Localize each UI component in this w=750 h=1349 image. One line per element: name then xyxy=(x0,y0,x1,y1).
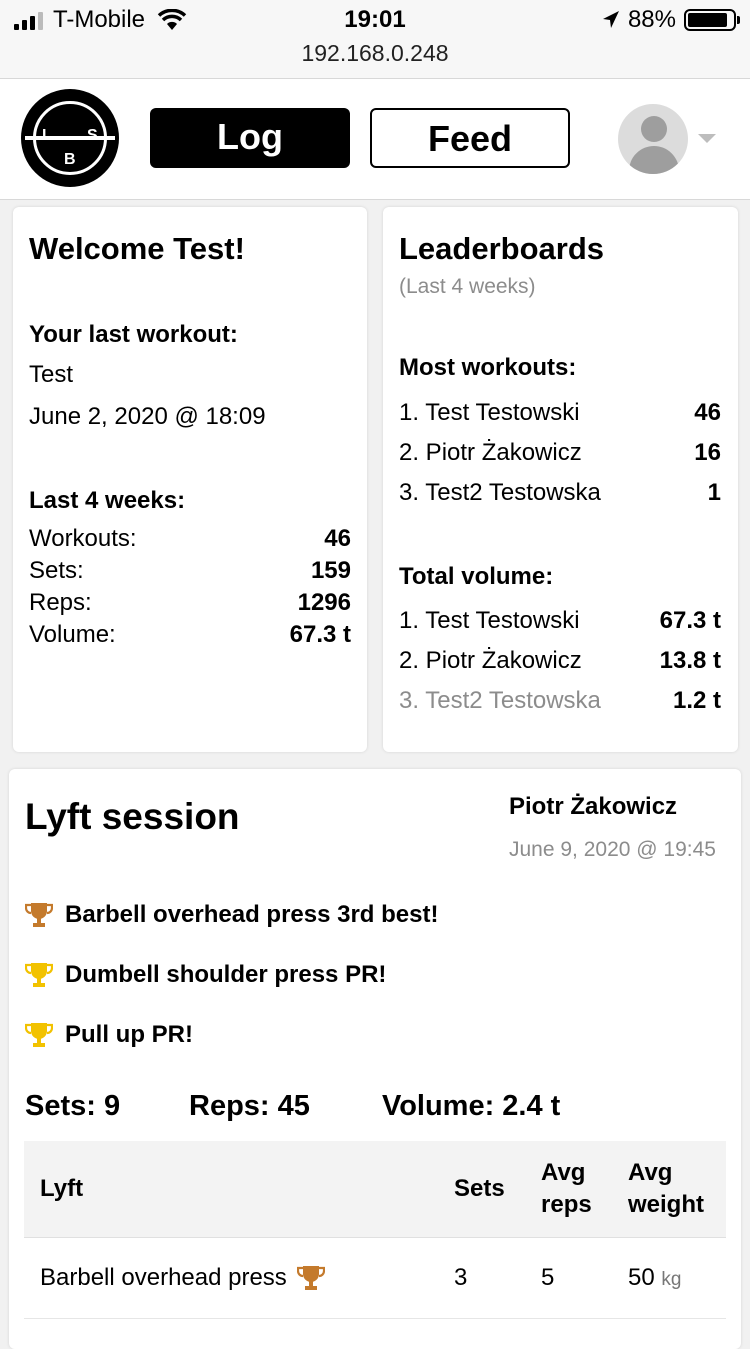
cell-avg-reps: 5 xyxy=(541,1264,555,1291)
reps-summary: Reps: 45 xyxy=(189,1090,310,1122)
session-author[interactable]: Piotr Żakowicz xyxy=(509,793,677,821)
total-volume-label: Total volume: xyxy=(399,563,554,590)
logo-letter-l: L xyxy=(42,127,52,144)
leaderboard-row: 2. Piotr Żakowicz 13.8 t xyxy=(399,647,721,675)
stat-value: 159 xyxy=(310,557,351,584)
last-workout-date: June 2, 2020 @ 18:09 xyxy=(29,403,266,430)
weight-unit: kg xyxy=(661,1269,682,1290)
leader-value: 67.3 t xyxy=(659,607,721,634)
session-title[interactable]: Lyft session xyxy=(25,796,240,838)
leaderboard-row: 1. Test Testowski 67.3 t xyxy=(399,607,721,635)
stat-label: Volume: xyxy=(29,621,116,648)
last-workout-name[interactable]: Test xyxy=(29,361,73,389)
lyft-name: Barbell overhead press xyxy=(40,1264,287,1291)
logo-bar xyxy=(25,136,115,140)
achievement-text: Dumbell shoulder press PR! xyxy=(65,961,387,988)
achievement-item: Barbell overhead press 3rd best! xyxy=(25,901,438,929)
stat-value: 1296 xyxy=(297,589,351,616)
location-arrow-icon xyxy=(602,11,619,28)
app-logo[interactable]: L S B xyxy=(21,89,119,187)
logo-letter-b: B xyxy=(64,151,76,168)
leaderboard-row: 3. Test2 Testowska 1.2 t xyxy=(399,687,721,715)
stat-row-sets: Sets: 159 xyxy=(29,557,351,585)
last4-label: Last 4 weeks: xyxy=(29,487,186,514)
leader-value: 13.8 t xyxy=(659,647,721,674)
leader-value: 1 xyxy=(707,479,721,506)
stat-row-workouts: Workouts: 46 xyxy=(29,525,351,553)
stat-row-volume: Volume: 67.3 t xyxy=(29,621,351,649)
app-header: L S B Log Feed xyxy=(0,79,750,200)
leader-name: 1. Test Testowski xyxy=(399,607,580,634)
welcome-title: Welcome Test! xyxy=(29,231,245,266)
leaderboard-row: 2. Piotr Żakowicz 16 xyxy=(399,439,721,467)
volume-summary: Volume: 2.4 t xyxy=(382,1090,561,1122)
achievement-text: Barbell overhead press 3rd best! xyxy=(65,901,439,928)
leader-value: 1.2 t xyxy=(672,687,721,714)
address-url[interactable]: 192.168.0.248 xyxy=(0,40,750,67)
stat-label: Reps: xyxy=(29,589,92,616)
stat-value: 67.3 t xyxy=(289,621,351,648)
status-right: 88% xyxy=(602,6,740,34)
leader-value: 16 xyxy=(694,439,721,466)
leader-name: 2. Piotr Żakowicz xyxy=(399,439,582,466)
achievement-text: Pull up PR! xyxy=(65,1021,193,1048)
leader-name: 3. Test2 Testowska xyxy=(399,479,601,506)
user-avatar[interactable] xyxy=(618,104,688,174)
most-workouts-label: Most workouts: xyxy=(399,354,577,381)
welcome-card: Welcome Test! Your last workout: Test Ju… xyxy=(13,207,367,752)
leaderboards-subtitle: (Last 4 weeks) xyxy=(399,275,536,298)
header-sets: Sets xyxy=(454,1175,505,1202)
header-avg-weight-line2: weight xyxy=(628,1191,704,1218)
lyft-table-header: Lyft Sets Avg reps Avg weight xyxy=(24,1141,726,1238)
leader-name: 2. Piotr Żakowicz xyxy=(399,647,582,674)
leader-name: 3. Test2 Testowska xyxy=(399,687,601,714)
sets-summary: Sets: 9 xyxy=(25,1090,121,1122)
cell-lyft: Barbell overhead press xyxy=(40,1264,325,1292)
log-button[interactable]: Log xyxy=(150,108,350,168)
stat-value: 46 xyxy=(324,525,351,552)
feed-button[interactable]: Feed xyxy=(370,108,570,168)
trophy-bronze-icon xyxy=(25,903,53,927)
avatar-shoulders xyxy=(629,146,679,174)
header-avg-weight-line1: Avg xyxy=(628,1159,673,1186)
header-avg-reps-line1: Avg xyxy=(541,1159,586,1186)
avatar-head xyxy=(641,116,667,142)
stat-label: Workouts: xyxy=(29,525,137,552)
cell-avg-weight: 50 kg xyxy=(628,1264,681,1292)
session-date: June 9, 2020 @ 19:45 xyxy=(509,838,716,861)
trophy-gold-icon xyxy=(25,963,53,987)
stat-label: Sets: xyxy=(29,557,84,584)
leaderboard-row: 3. Test2 Testowska 1 xyxy=(399,479,721,507)
leader-name: 1. Test Testowski xyxy=(399,399,580,426)
battery-percent: 88% xyxy=(627,6,676,33)
header-avg-reps-line2: reps xyxy=(541,1191,592,1218)
leaderboard-row: 1. Test Testowski 46 xyxy=(399,399,721,427)
logo-letter-s: S xyxy=(87,127,98,144)
trophy-bronze-icon xyxy=(296,1266,325,1290)
leaderboards-card: Leaderboards (Last 4 weeks) Most workout… xyxy=(383,207,738,752)
leaderboards-title: Leaderboards xyxy=(399,231,605,266)
stat-row-reps: Reps: 1296 xyxy=(29,589,351,617)
achievement-item: Dumbell shoulder press PR! xyxy=(25,961,386,989)
table-row[interactable]: Barbell overhead press 3 5 50 kg xyxy=(24,1238,726,1319)
trophy-gold-icon xyxy=(25,1023,53,1047)
battery-icon xyxy=(684,9,740,31)
leader-value: 46 xyxy=(694,399,721,426)
achievement-item: Pull up PR! xyxy=(25,1021,193,1049)
cell-sets: 3 xyxy=(454,1264,468,1291)
avg-weight-value: 50 xyxy=(628,1264,655,1291)
chevron-down-icon[interactable] xyxy=(698,134,716,143)
header-lyft: Lyft xyxy=(40,1175,84,1202)
last-workout-label: Your last workout: xyxy=(29,321,238,348)
status-bar: T-Mobile 19:01 192.168.0.248 88% xyxy=(0,0,750,79)
